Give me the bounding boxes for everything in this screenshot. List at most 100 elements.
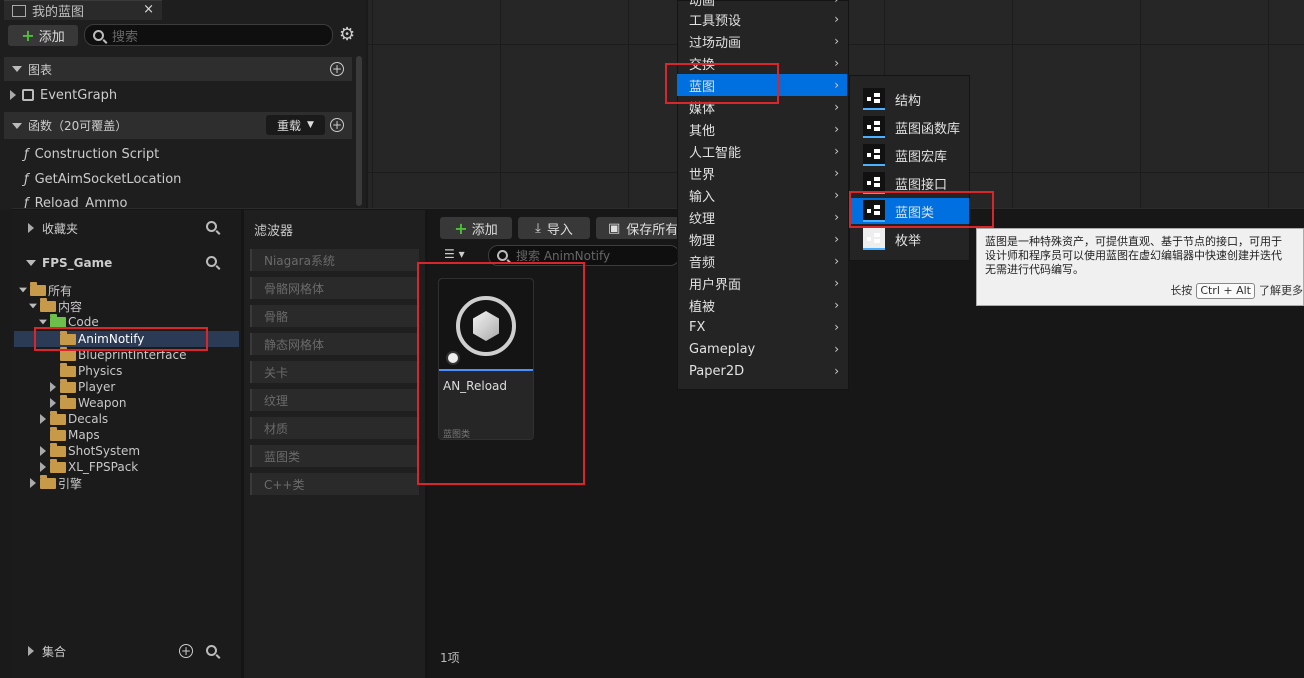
add-label: 添加 xyxy=(38,30,65,45)
collections-header[interactable]: 集合 + xyxy=(14,638,239,664)
filter-texture[interactable]: 纹理 xyxy=(250,389,419,411)
filter-material[interactable]: 材质 xyxy=(250,417,419,439)
submenu-item-function-library[interactable]: 蓝图函数库 xyxy=(850,114,969,140)
search-icon[interactable] xyxy=(206,221,217,232)
menu-item-ai[interactable]: 人工智能 › xyxy=(677,140,847,162)
menu-item-cinematics[interactable]: 过场动画 › xyxy=(677,30,847,52)
search-icon[interactable] xyxy=(206,256,217,267)
tooltip-line: 设计师和程序员可以使用蓝图在虚幻编辑器中快速创建并迭代 xyxy=(985,249,1282,262)
folder-icon xyxy=(50,458,66,473)
menu-label: 物理 xyxy=(689,233,716,249)
save-all-button[interactable]: ▣ 保存所有 xyxy=(596,217,680,239)
filter-niagara[interactable]: Niagara系统 xyxy=(250,249,419,271)
folder-icon xyxy=(40,297,56,312)
search-icon[interactable] xyxy=(206,645,217,656)
menu-label: 世界 xyxy=(689,167,716,183)
tree-item-maps[interactable]: Maps xyxy=(50,426,100,443)
menu-label: Paper2D xyxy=(689,363,745,379)
expand-icon xyxy=(28,223,34,233)
filter-level[interactable]: 关卡 xyxy=(250,361,419,383)
chevron-right-icon: › xyxy=(834,364,839,378)
add-button[interactable]: + 添加 xyxy=(8,25,78,46)
folder-icon xyxy=(60,378,76,393)
asset-search-input[interactable]: 搜索 AnimNotify xyxy=(488,245,680,266)
close-icon[interactable]: × xyxy=(143,2,154,17)
gear-icon[interactable]: ⚙ xyxy=(339,25,355,45)
tree-item-physics[interactable]: Physics xyxy=(60,362,122,379)
menu-item-texture[interactable]: 纹理 › xyxy=(677,206,847,228)
tree-item-weapon[interactable]: Weapon xyxy=(50,394,126,411)
context-menu-items: 动画› 工具预设› 过场动画› 交换› 蓝图› 媒体› 其他› 人工智能› 世界… xyxy=(677,0,849,390)
tree-item-player[interactable]: Player xyxy=(50,378,115,395)
import-button[interactable]: ⤓ 导入 xyxy=(518,217,590,239)
tree-item-engine[interactable]: 引擎 xyxy=(30,474,82,491)
tree-label: BlueprintInterface xyxy=(78,348,187,362)
function-label: Construction Script xyxy=(34,146,160,162)
asset-tile[interactable]: AN_Reload 蓝图类 xyxy=(438,278,534,440)
cb-add-button[interactable]: + 添加 xyxy=(440,217,512,239)
menu-item-input[interactable]: 输入 › xyxy=(677,184,847,206)
tree-item-code[interactable]: Code xyxy=(38,313,99,330)
book-icon xyxy=(12,4,26,17)
submenu-item-enum[interactable]: 枚举 xyxy=(850,226,969,252)
menu-item-gameplay[interactable]: Gameplay › xyxy=(677,338,847,360)
blueprint-search-input[interactable]: 搜索 xyxy=(84,24,333,46)
item-count: 1项 xyxy=(440,651,460,665)
tree-item-all[interactable]: 所有 xyxy=(18,281,72,298)
collapse-icon xyxy=(12,66,22,72)
add-collection-icon[interactable]: + xyxy=(179,644,193,658)
tree-item-shotsystem[interactable]: ShotSystem xyxy=(40,442,140,459)
project-header[interactable]: FPS_Game xyxy=(14,250,239,276)
function-item[interactable]: ƒ GetAimSocketLocation xyxy=(24,171,181,187)
filter-cpp-class[interactable]: C++类 xyxy=(250,473,419,495)
menu-item-misc[interactable]: 其他 › xyxy=(677,118,847,140)
function-item[interactable]: ƒ Construction Script xyxy=(24,146,159,162)
filter-dropdown[interactable]: ☰ ▾ xyxy=(444,247,465,261)
submenu-item-interface[interactable]: 蓝图接口 xyxy=(850,170,969,196)
chevron-right-icon: › xyxy=(834,34,839,48)
tree-item-xl-fpspack[interactable]: XL_FPSPack xyxy=(40,458,138,475)
filter-skeletal-mesh[interactable]: 骨骼网格体 xyxy=(250,277,419,299)
menu-item-blueprint[interactable]: 蓝图 › xyxy=(677,74,847,96)
tree-item-decals[interactable]: Decals xyxy=(40,410,109,427)
menu-label: 媒体 xyxy=(689,101,716,117)
filter-blueprint-class[interactable]: 蓝图类 xyxy=(250,445,419,467)
filter-static-mesh[interactable]: 静态网格体 xyxy=(250,333,419,355)
menu-label: 音频 xyxy=(689,255,716,271)
filter-skeleton[interactable]: 骨骼 xyxy=(250,305,419,327)
menu-item-tool-presets[interactable]: 工具预设 › xyxy=(677,8,847,30)
tree-label: Decals xyxy=(68,412,109,426)
favorites-header[interactable]: 收藏夹 xyxy=(14,214,239,242)
expand-icon xyxy=(40,446,46,456)
menu-item-audio[interactable]: 音频 › xyxy=(677,250,847,272)
submenu-item-macro-library[interactable]: 蓝图宏库 xyxy=(850,142,969,168)
menu-item-physics[interactable]: 物理 › xyxy=(677,228,847,250)
submenu-label: 蓝图接口 xyxy=(895,177,948,193)
chevron-right-icon: › xyxy=(834,100,839,114)
graphs-section-header[interactable]: 图表 + xyxy=(4,57,352,81)
menu-item-media[interactable]: 媒体 › xyxy=(677,96,847,118)
my-blueprint-tab[interactable]: 我的蓝图 × xyxy=(4,0,162,20)
menu-label: 过场动画 xyxy=(689,35,742,51)
add-function-icon[interactable]: + xyxy=(330,118,344,132)
menu-item-fx[interactable]: FX › xyxy=(677,316,847,338)
tree-item-animnotify[interactable]: AnimNotify xyxy=(60,330,144,347)
add-graph-icon[interactable]: + xyxy=(330,62,344,76)
tree-item-content[interactable]: 内容 xyxy=(28,297,82,314)
menu-item-foliage[interactable]: 植被 › xyxy=(677,294,847,316)
menu-item-exchange[interactable]: 交换 › xyxy=(677,52,847,74)
override-label: 重载 xyxy=(277,118,302,133)
menu-item-ui[interactable]: 用户界面 › xyxy=(677,272,847,294)
scrollbar[interactable] xyxy=(356,56,362,206)
submenu-item-struct[interactable]: 结构 xyxy=(850,86,969,112)
event-graph-item[interactable]: EventGraph xyxy=(10,87,117,103)
menu-label: 蓝图 xyxy=(689,79,716,95)
event-graph-label: EventGraph xyxy=(40,87,118,103)
menu-item-world[interactable]: 世界 › xyxy=(677,162,847,184)
tree-item-blueprintinterface[interactable]: BlueprintInterface xyxy=(60,346,187,363)
menu-item-paper2d[interactable]: Paper2D › xyxy=(677,360,847,382)
chevron-right-icon: › xyxy=(834,12,839,26)
submenu-item-blueprint-class[interactable]: 蓝图类 xyxy=(850,198,969,224)
functions-section-header[interactable]: 函数（20可覆盖） 重载 ▼ + xyxy=(4,112,352,139)
override-dropdown[interactable]: 重载 ▼ xyxy=(266,115,325,135)
